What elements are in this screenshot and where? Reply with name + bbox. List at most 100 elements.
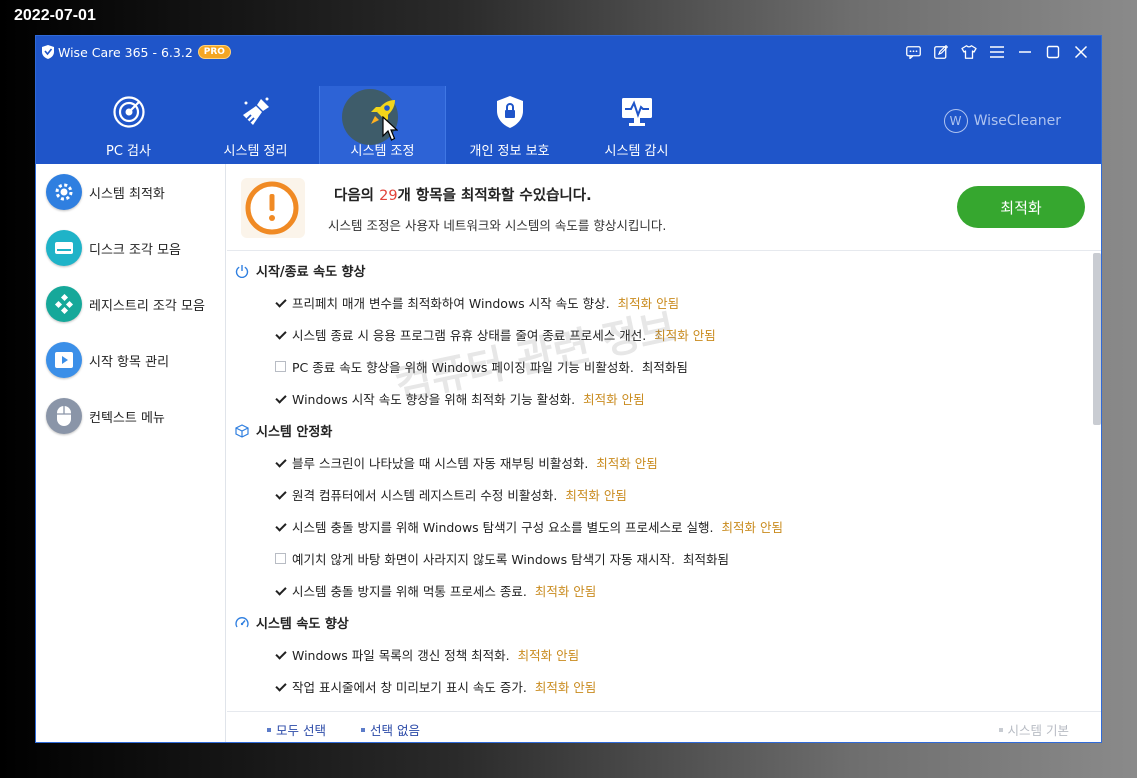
section-system-speed: 시스템 속도 향상 (235, 613, 349, 632)
item-checkbox[interactable] (275, 649, 286, 660)
section-system-stability: 시스템 안정화 (235, 421, 332, 440)
sidebar-item-label: 시스템 최적화 (89, 186, 165, 202)
sidebar-item-label: 디스크 조각 모음 (89, 242, 181, 258)
list-item[interactable]: 예기치 않게 바탕 화면이 사라지지 않도록 Windows 탐색기 자동 재시… (275, 549, 729, 568)
item-status: 최적화 안됨 (617, 296, 680, 311)
summary-headline: 다음의 29개 항목을 최적화할 수있습니다. (334, 184, 592, 205)
tab-system-tune-label: 시스템 조정 (350, 144, 415, 159)
item-text: 시스템 충돌 방지를 위해 먹통 프로세스 종료. (292, 584, 527, 599)
item-checkbox[interactable] (275, 585, 286, 596)
tab-privacy[interactable]: 개인 정보 보호 (446, 86, 573, 164)
item-status: 최적화 안됨 (583, 392, 645, 407)
sidebar-item-context-menu[interactable]: 컨텍스트 메뉴 (36, 388, 225, 444)
tab-pc-check[interactable]: PC 검사 (65, 86, 192, 164)
item-text: 시스템 충돌 방지를 위해 Windows 탐색기 구성 요소를 별도의 프로세… (292, 520, 714, 535)
section-title: 시스템 안정화 (256, 425, 333, 440)
item-text: 작업 표시줄에서 창 미리보기 표시 속도 증가. (292, 680, 527, 695)
list-item[interactable]: 시스템 충돌 방지를 위해 Windows 탐색기 구성 요소를 별도의 프로세… (275, 517, 783, 536)
section-startup-shutdown: 시작/종료 속도 향상 (235, 261, 365, 280)
sidebar-item-label: 컨텍스트 메뉴 (89, 410, 165, 426)
item-text: PC 종료 속도 향상을 위해 Windows 페이징 파일 기능 비활성화. (292, 360, 634, 375)
item-status: 최적화됨 (641, 360, 688, 375)
pro-badge: PRO (197, 45, 231, 59)
maximize-icon[interactable] (1045, 44, 1061, 60)
monitor-icon (621, 98, 652, 126)
tab-system-clean-label: 시스템 정리 (223, 144, 288, 159)
power-icon (235, 264, 249, 278)
date-stamp: 2022-07-01 (14, 7, 96, 24)
tab-privacy-label: 개인 정보 보호 (469, 144, 550, 159)
list-item[interactable]: 작업 표시줄에서 창 미리보기 표시 속도 증가. 최적화 안됨 (275, 677, 596, 696)
minimize-icon[interactable] (1017, 44, 1033, 60)
radar-icon (112, 96, 145, 128)
item-text: Windows 시작 속도 향상을 위해 최적화 기능 활성화. (292, 392, 576, 407)
item-status: 최적화 안됨 (517, 648, 580, 663)
section-title: 시스템 속도 향상 (256, 617, 349, 632)
list-item[interactable]: 원격 컴퓨터에서 시스템 레지스트리 수정 비활성화. 최적화 안됨 (275, 485, 627, 504)
mouse-icon (46, 398, 82, 434)
sidebar-item-label: 레지스트리 조각 모음 (89, 298, 205, 314)
item-status: 최적화 안됨 (534, 680, 597, 695)
close-icon[interactable] (1073, 44, 1089, 60)
mouse-cursor-icon (381, 116, 398, 141)
restore-default-link[interactable]: 시스템 기본 (999, 720, 1069, 739)
optimization-list[interactable]: 시작/종료 속도 향상 프리페치 매개 변수를 최적화하여 Windows 시작… (227, 251, 1101, 711)
broom-icon (242, 97, 269, 125)
list-item[interactable]: 블루 스크린이 나타났을 때 시스템 자동 재부팅 비활성화. 최적화 안됨 (275, 453, 658, 472)
title-bar: Wise Care 365 - 6.3.2 PRO (42, 42, 231, 62)
list-item[interactable]: PC 종료 속도 향상을 위해 Windows 페이징 파일 기능 비활성화. … (275, 357, 688, 376)
tab-system-clean[interactable]: 시스템 정리 (192, 86, 319, 164)
item-checkbox[interactable] (275, 681, 286, 692)
list-item[interactable]: 프리페치 매개 변수를 최적화하여 Windows 시작 속도 향상. 최적화 … (275, 293, 679, 312)
item-text: 시스템 종료 시 응용 프로그램 유휴 상태를 줄여 종료 프로세스 개선. (292, 328, 647, 343)
brand-logo[interactable]: W WiseCleaner (943, 109, 1061, 133)
item-checkbox[interactable] (275, 521, 286, 532)
app-title: Wise Care 365 - 6.3.2 (58, 44, 193, 60)
item-checkbox[interactable] (275, 361, 286, 372)
item-checkbox[interactable] (275, 553, 286, 564)
registry-icon (46, 286, 82, 322)
app-logo-icon (42, 45, 54, 59)
item-checkbox[interactable] (275, 457, 286, 468)
edit-icon[interactable] (933, 44, 949, 60)
item-text: 프리페치 매개 변수를 최적화하여 Windows 시작 속도 향상. (292, 296, 610, 311)
select-all-link[interactable]: 모두 선택 (267, 720, 326, 739)
sidebar-item-disk-defrag[interactable]: 디스크 조각 모음 (36, 220, 225, 276)
item-status: 최적화 안됨 (534, 584, 597, 599)
issue-count: 29 (379, 188, 398, 204)
list-item[interactable]: 시스템 종료 시 응용 프로그램 유휴 상태를 줄여 종료 프로세스 개선. 최… (275, 325, 716, 344)
play-icon (46, 342, 82, 378)
tab-system-monitor[interactable]: 시스템 감시 (573, 86, 700, 164)
section-title: 시작/종료 속도 향상 (256, 265, 366, 280)
footer-bar: 모두 선택 선택 없음 시스템 기본 (227, 711, 1101, 742)
tab-system-monitor-label: 시스템 감시 (604, 144, 669, 159)
sidebar-item-label: 시작 항목 관리 (89, 354, 170, 370)
sidebar-item-startup-manager[interactable]: 시작 항목 관리 (36, 332, 225, 388)
speedometer-icon (235, 616, 249, 627)
item-checkbox[interactable] (275, 329, 286, 340)
item-checkbox[interactable] (275, 393, 286, 404)
menu-icon[interactable] (989, 44, 1005, 60)
sidebar-item-system-optimize[interactable]: 시스템 최적화 (36, 164, 225, 220)
item-checkbox[interactable] (275, 297, 286, 308)
cube-icon (235, 423, 249, 438)
tab-system-tune[interactable]: 시스템 조정 (319, 86, 446, 164)
item-status: 최적화 안됨 (596, 456, 658, 471)
item-status: 최적화 안됨 (654, 328, 716, 343)
tab-pc-check-label: PC 검사 (106, 144, 151, 159)
item-status: 최적화 안됨 (721, 520, 783, 535)
list-item[interactable]: Windows 시작 속도 향상을 위해 최적화 기능 활성화. 최적화 안됨 (275, 389, 645, 408)
app-window: Wise Care 365 - 6.3.2 PRO PC 검사 시스템 정리 시… (35, 35, 1102, 743)
scrollbar-thumb[interactable] (1093, 253, 1101, 425)
list-item[interactable]: Windows 파일 목록의 갱신 정책 최적화. 최적화 안됨 (275, 645, 579, 664)
list-item[interactable]: 시스템 충돌 방지를 위해 먹통 프로세스 종료. 최적화 안됨 (275, 581, 596, 600)
item-checkbox[interactable] (275, 489, 286, 500)
sidebar-item-registry-defrag[interactable]: 레지스트리 조각 모음 (36, 276, 225, 332)
skin-icon[interactable] (961, 44, 977, 60)
item-text: 예기치 않게 바탕 화면이 사라지지 않도록 Windows 탐색기 자동 재시… (292, 552, 676, 567)
item-text: 블루 스크린이 나타났을 때 시스템 자동 재부팅 비활성화. (292, 456, 589, 471)
optimize-button[interactable]: 최적화 (957, 186, 1085, 228)
select-none-link[interactable]: 선택 없음 (361, 720, 420, 739)
feedback-icon[interactable] (905, 44, 921, 60)
headline-prefix: 다음의 (334, 188, 375, 204)
